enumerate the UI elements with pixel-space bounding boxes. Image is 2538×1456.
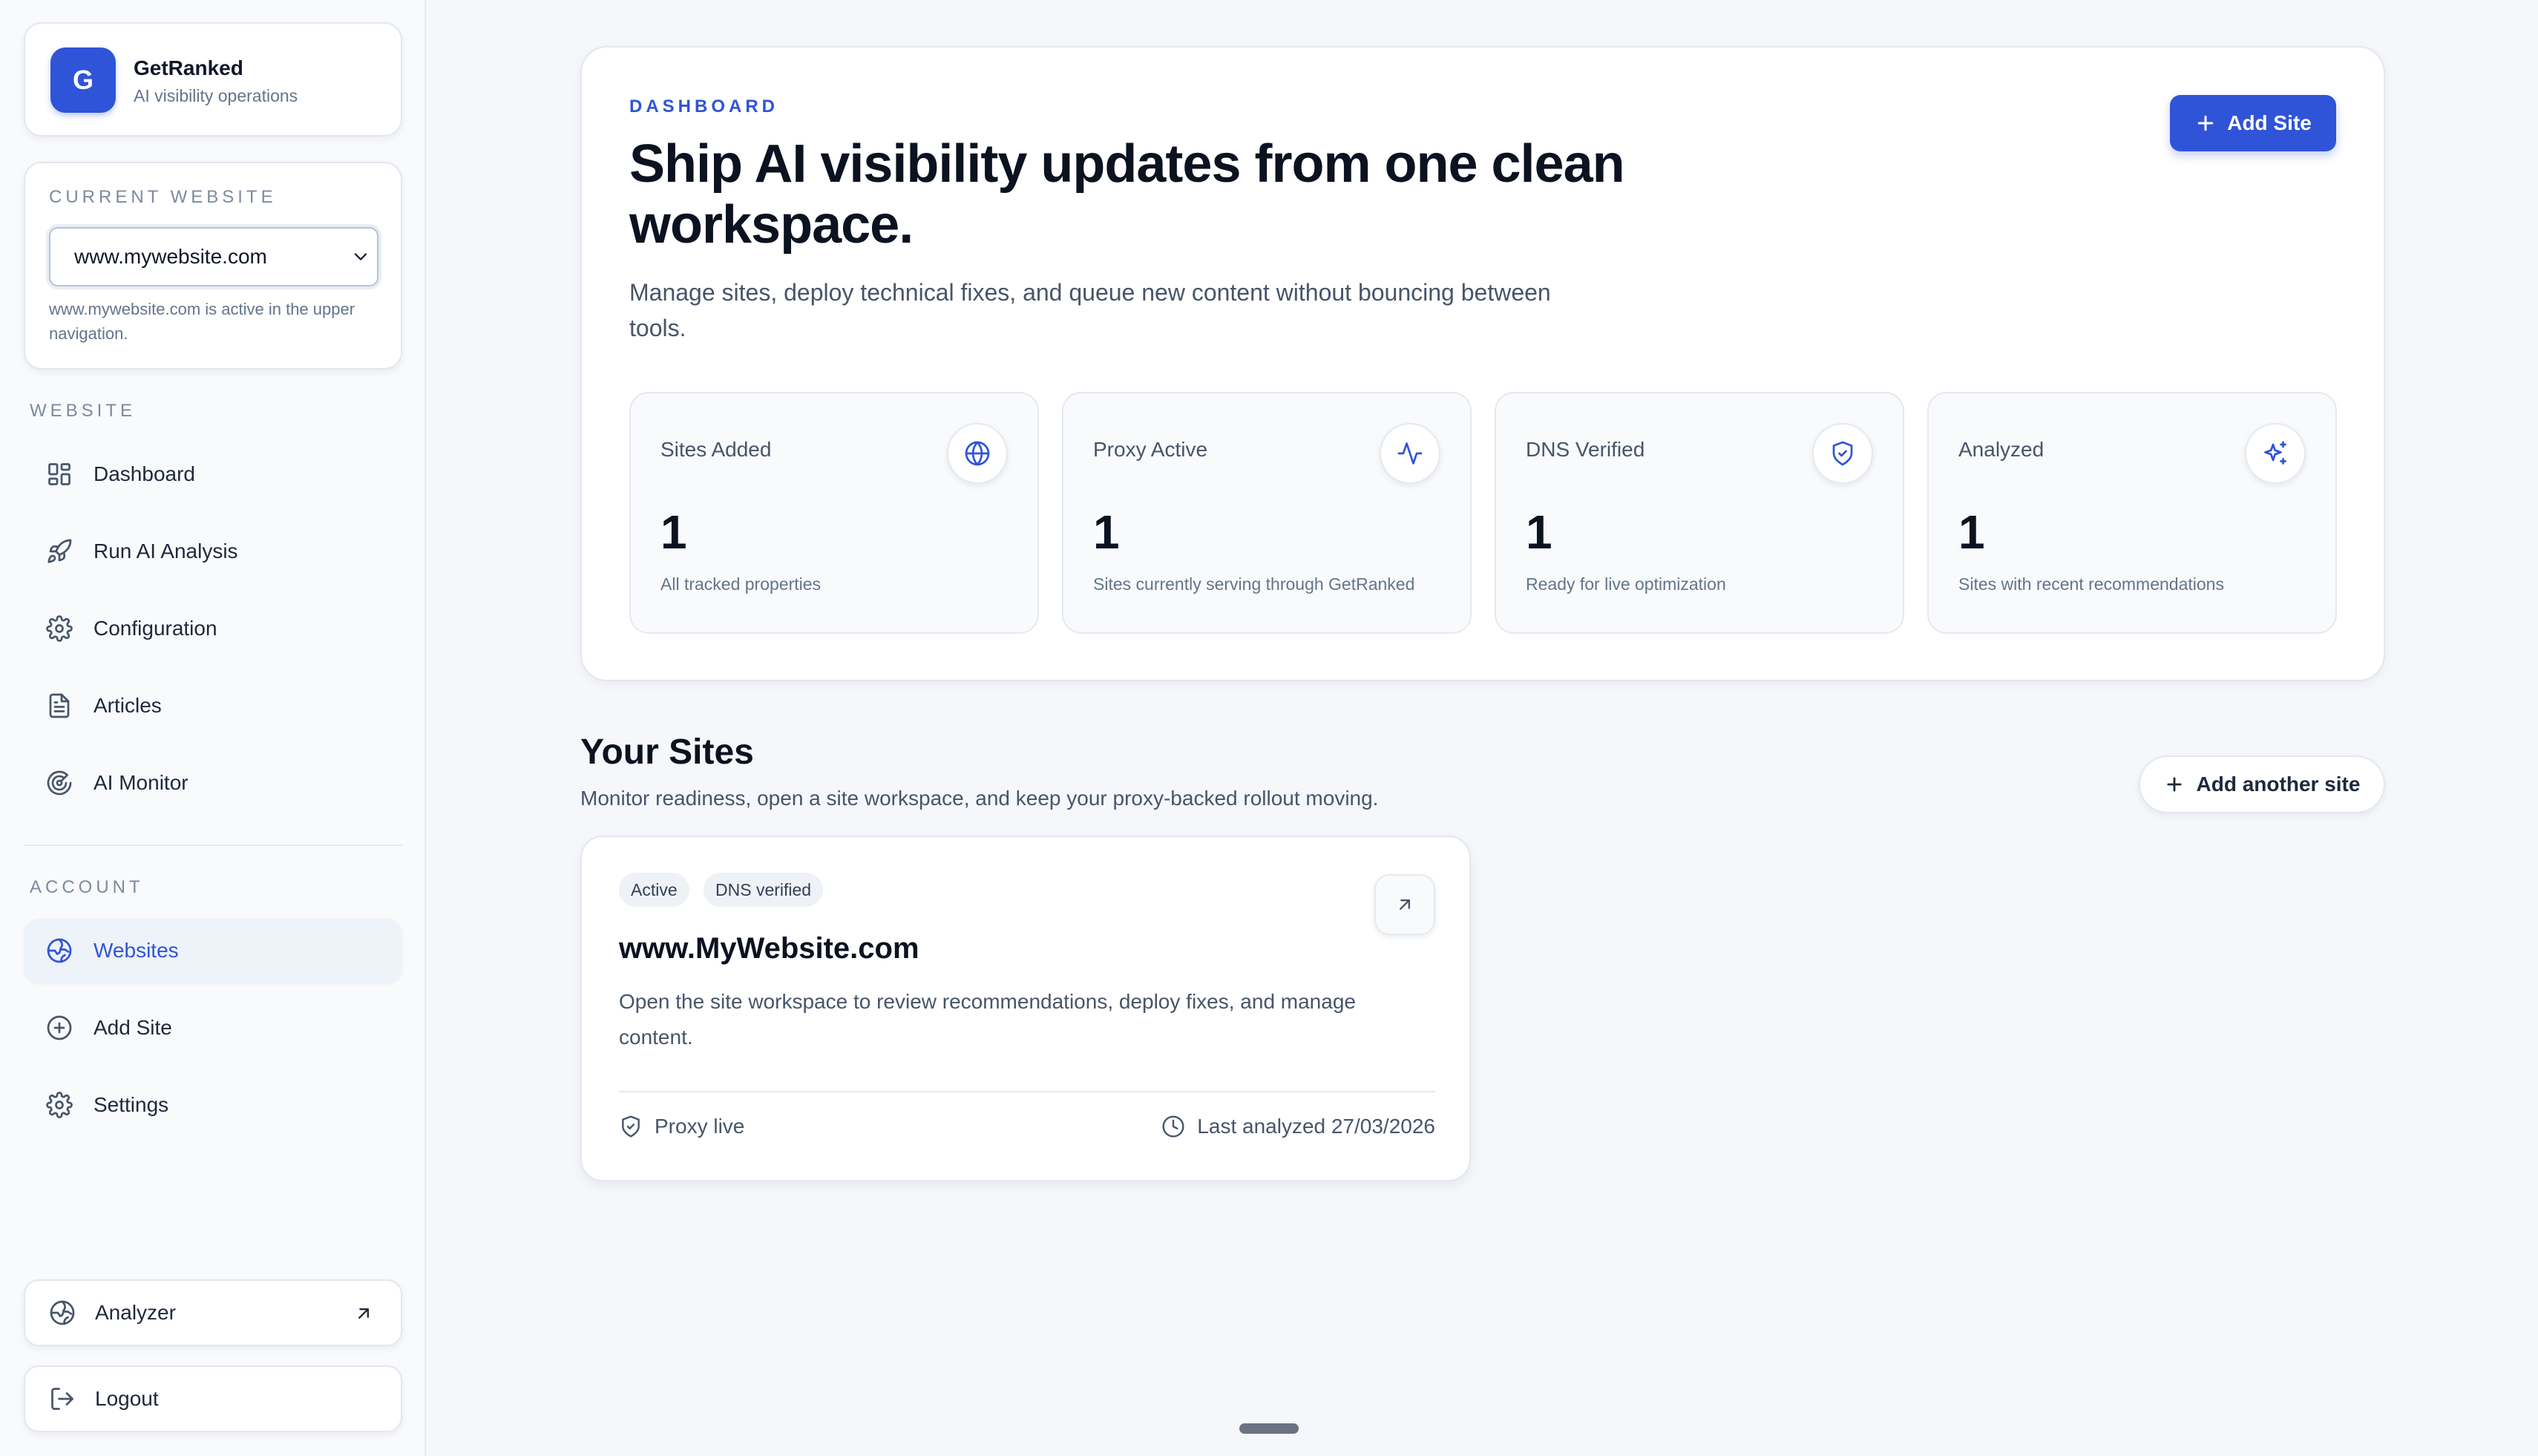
stat-title: Analyzed [1958,438,2044,461]
stat-icon-badge [947,423,1008,484]
account-section-label: ACCOUNT [30,877,144,897]
sidebar-item-label: Articles [94,694,162,717]
radar-icon [47,770,72,796]
chevron-down-icon [354,253,367,260]
stat-card-dns-verified: DNS Verified 1 Ready for live optimizati… [1495,392,1904,634]
your-sites-heading: Your Sites [580,732,754,772]
stat-icon-badge [1380,423,1440,484]
site-description: Open the site workspace to review recomm… [619,990,1356,1049]
stat-title: Sites Added [660,438,772,461]
stat-subtitle: Ready for live optimization [1526,574,1726,594]
sidebar-item-add-site[interactable]: Add Site [24,996,402,1060]
scroll-handle[interactable] [1239,1423,1299,1434]
stat-value: 1 [1093,505,1120,559]
stat-card-analyzed: Analyzed 1 Sites with recent recommendat… [1927,392,2337,634]
sidebar-item-articles[interactable]: Articles [24,674,402,738]
shield-check-icon [1832,441,1853,466]
sidebar-item-ai-monitor[interactable]: AI Monitor [24,751,402,815]
sidebar: G GetRanked AI visibility operations CUR… [0,0,426,1456]
sidebar-item-label: Dashboard [94,462,195,485]
stat-subtitle: Sites currently serving through GetRanke… [1093,574,1415,594]
sidebar-item-websites[interactable]: Websites [24,919,402,983]
sidebar-item-dashboard[interactable]: Dashboard [24,442,402,506]
shield-check-icon [622,1115,640,1138]
stat-value: 1 [1526,505,1552,559]
brand-logo: G [50,47,116,113]
status-badge-active: Active [619,873,689,907]
last-analyzed-label: Last analyzed 27/03/2026 [1197,1115,1435,1138]
brand-name: GetRanked [134,56,243,79]
stat-icon-badge [1812,423,1873,484]
logout-label: Logout [95,1387,159,1410]
logout-icon [51,1388,73,1410]
sidebar-item-label: Add Site [94,1016,172,1039]
sidebar-item-configuration[interactable]: Configuration [24,597,402,660]
brand-card[interactable]: G GetRanked AI visibility operations [24,22,402,137]
current-website-note: www.mywebsite.com is active in the upper… [49,300,355,343]
add-site-button[interactable]: Add Site [2170,95,2336,151]
gear-icon [46,615,73,642]
plus-circle-icon [47,1015,72,1040]
gear-icon [46,1092,73,1118]
sidebar-item-label: Configuration [94,617,217,640]
site-card[interactable]: Active DNS verified www.MyWebsite.com Op… [580,836,1471,1181]
sidebar-item-label: Run AI Analysis [94,540,238,563]
logout-button[interactable]: Logout [24,1365,402,1432]
status-badge-dns: DNS verified [704,873,824,907]
site-card-divider [619,1091,1435,1092]
site-name: www.MyWebsite.com [619,932,919,965]
dashboard-hero: DASHBOARD Ship AI visibility updates fro… [580,46,2385,681]
dashboard-icon [48,463,70,485]
clock-icon [1162,1115,1184,1138]
stat-title: Proxy Active [1093,438,1208,461]
add-another-site-button[interactable]: Add another site [2139,755,2385,813]
page-title: Ship AI visibility updates from one clea… [629,134,1625,255]
sidebar-item-settings[interactable]: Settings [24,1073,402,1137]
plus-icon [2166,777,2182,792]
proxy-status-label: Proxy live [655,1115,745,1138]
stat-subtitle: Sites with recent recommendations [1958,574,2224,594]
rocket-icon [47,539,72,563]
website-select[interactable]: www.mywebsite.com [49,227,378,286]
last-analyzed: Last analyzed 27/03/2026 [1161,1115,1435,1138]
plus-icon [2197,115,2214,131]
sparkles-icon [2264,441,2286,465]
website-select-value: www.mywebsite.com [74,245,267,268]
stat-icon-badge [2245,423,2306,484]
globe-icon [965,441,990,466]
stat-value: 1 [1958,505,1985,559]
analyzer-button[interactable]: Analyzer [24,1279,402,1346]
stat-value: 1 [660,505,687,559]
open-site-button[interactable] [1374,874,1435,935]
external-link-icon [358,1308,369,1319]
globe-icon [50,1300,75,1325]
current-website-label: CURRENT WEBSITE [49,187,277,207]
stat-card-proxy-active: Proxy Active 1 Sites currently serving t… [1062,392,1472,634]
stat-subtitle: All tracked properties [660,574,822,594]
page-description: Manage sites, deploy technical fixes, an… [629,279,1551,341]
add-another-site-label: Add another site [2196,773,2361,796]
globe-icon [47,938,72,963]
sidebar-item-label: Settings [94,1093,169,1116]
website-section-label: WEBSITE [30,401,137,421]
sidebar-item-label: AI Monitor [94,771,188,794]
sidebar-item-run-ai-analysis[interactable]: Run AI Analysis [24,519,402,583]
document-icon [49,693,70,718]
current-website-card: CURRENT WEBSITE www.mywebsite.com www.my… [24,162,402,370]
stat-card-sites-added: Sites Added 1 All tracked properties [629,392,1039,634]
page-eyebrow: DASHBOARD [629,96,778,117]
activity-icon [1397,442,1423,465]
proxy-status: Proxy live [619,1115,744,1138]
stat-title: DNS Verified [1526,438,1645,461]
add-site-label: Add Site [2227,111,2312,134]
your-sites-description: Monitor readiness, open a site workspace… [580,787,1379,810]
sidebar-divider [24,845,402,846]
arrow-up-right-icon [1400,899,1410,910]
sidebar-item-label: Websites [94,939,179,962]
analyzer-label: Analyzer [95,1301,176,1324]
brand-tagline: AI visibility operations [134,86,298,105]
